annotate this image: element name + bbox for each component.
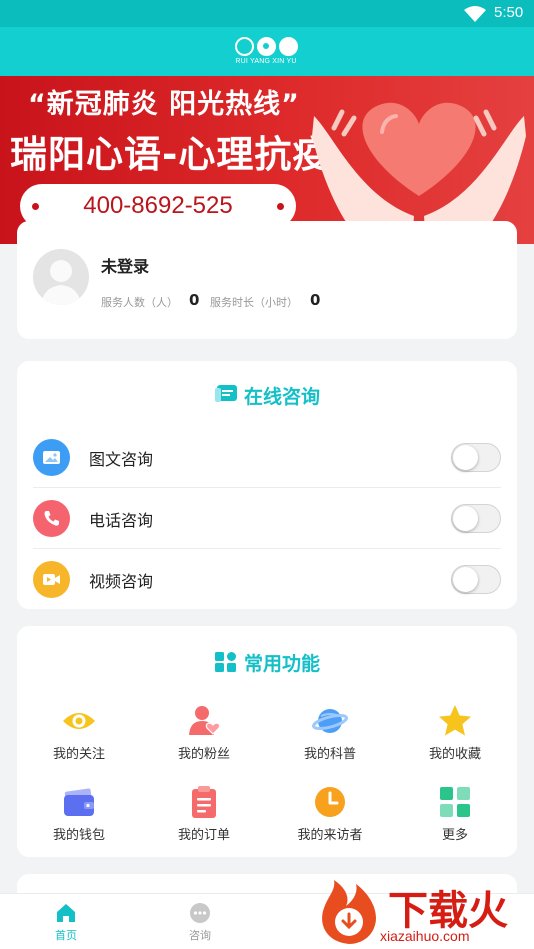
banner-slogan: “新冠肺炎 阳光热线” — [28, 89, 300, 120]
clock-icon — [315, 787, 345, 817]
online-consult-card: 在线咨询 图文咨询 电话咨询 视频咨询 — [17, 361, 517, 609]
served-count-label: 服务人数（人） — [101, 296, 178, 309]
avatar[interactable] — [33, 249, 89, 305]
status-time: 5:50 — [494, 4, 524, 21]
func-my-wallet[interactable]: 我的钱包 — [29, 784, 129, 854]
func-my-science[interactable]: 我的科普 — [280, 703, 380, 773]
tab-consult[interactable]: 咨询 — [170, 902, 230, 943]
chat-icon — [190, 903, 210, 923]
wallet-icon — [64, 788, 94, 816]
func-my-orders[interactable]: 我的订单 — [154, 784, 254, 854]
consult-row-label: 图文咨询 — [89, 450, 154, 469]
tab-label: 首页 — [55, 929, 77, 942]
func-my-fans[interactable]: 我的粉丝 — [154, 703, 254, 773]
func-label: 我的钱包 — [52, 828, 105, 843]
func-my-follows[interactable]: 我的关注 — [29, 703, 129, 773]
func-label: 我的收藏 — [428, 747, 481, 762]
wifi-icon — [464, 6, 486, 22]
phone-icon — [33, 500, 70, 537]
logo-text: RUI YANG XIN YU — [235, 58, 297, 65]
order-icon — [192, 786, 216, 818]
func-label: 我的来访者 — [297, 828, 363, 843]
consult-chat-icon — [214, 385, 237, 402]
consult-row-phone[interactable]: 电话咨询 — [33, 488, 501, 549]
fans-icon — [189, 706, 221, 735]
status-bar: 5:50 — [0, 0, 534, 27]
func-label: 我的科普 — [303, 747, 356, 762]
planet-icon — [312, 709, 348, 733]
func-more[interactable]: 更多 — [405, 784, 505, 854]
app-logo: RUI YANG XIN YU — [232, 37, 300, 71]
logo-ring-icon — [234, 37, 254, 56]
consult-row-label: 视频咨询 — [89, 572, 154, 591]
hotline-text: 400-8692-525 — [83, 192, 233, 219]
logo-dot-icon — [278, 37, 298, 56]
star-icon — [439, 705, 471, 736]
default-avatar-icon — [41, 260, 81, 305]
hotline-banner[interactable]: “新冠肺炎 阳光热线” 瑞阳心语-心理抗疫 400-8692-525 — [0, 76, 534, 244]
flame-logo-icon — [322, 880, 376, 944]
image-icon — [33, 439, 70, 476]
grid-icon — [440, 787, 470, 817]
user-card[interactable]: 未登录 服务人数（人） 0 服务时长（小时） 0 — [17, 221, 517, 339]
phone-toggle[interactable] — [451, 504, 501, 533]
logo-ring-filled-icon — [256, 37, 276, 56]
func-my-favorites[interactable]: 我的收藏 — [405, 703, 505, 773]
video-icon — [33, 561, 70, 598]
consult-row-image-text[interactable]: 图文咨询 — [33, 427, 501, 488]
functions-section-title: 常用功能 — [17, 649, 517, 676]
func-label: 我的关注 — [52, 747, 105, 762]
func-my-visitors[interactable]: 我的来访者 — [280, 784, 380, 854]
app-header: RUI YANG XIN YU — [0, 27, 534, 76]
consult-title-text: 在线咨询 — [243, 386, 320, 408]
common-functions-card: 常用功能 我的关注 我的粉丝 我的科普 我的收藏 我的钱包 我的订单 我的来访者… — [17, 626, 517, 857]
watermark: 下载火 xiazaihuo.com — [316, 878, 534, 949]
watermark-url: xiazaihuo.com — [380, 928, 470, 944]
functions-title-text: 常用功能 — [243, 653, 320, 675]
served-count-value: 0 — [189, 291, 200, 309]
consult-section-title: 在线咨询 — [17, 382, 517, 409]
tab-label: 咨询 — [189, 929, 211, 942]
user-name[interactable]: 未登录 — [101, 253, 149, 277]
banner-headline: 瑞阳心语-心理抗疫 — [10, 133, 331, 176]
pill-dot-icon — [277, 203, 284, 210]
service-duration-value: 0 — [310, 291, 321, 309]
eye-icon — [63, 713, 95, 729]
func-label: 更多 — [441, 828, 468, 843]
pill-dot-icon — [32, 203, 39, 210]
home-icon — [57, 904, 75, 922]
consult-row-label: 电话咨询 — [89, 511, 154, 530]
image-text-toggle[interactable] — [451, 443, 501, 472]
consult-row-video[interactable]: 视频咨询 — [33, 549, 501, 610]
video-toggle[interactable] — [451, 565, 501, 594]
heart-hands-illustration — [312, 102, 526, 244]
tab-home[interactable]: 首页 — [36, 902, 96, 943]
func-label: 我的订单 — [177, 828, 230, 843]
service-duration-label: 服务时长（小时） — [210, 296, 298, 309]
func-label: 我的粉丝 — [177, 747, 230, 762]
functions-grid-icon — [214, 652, 236, 672]
